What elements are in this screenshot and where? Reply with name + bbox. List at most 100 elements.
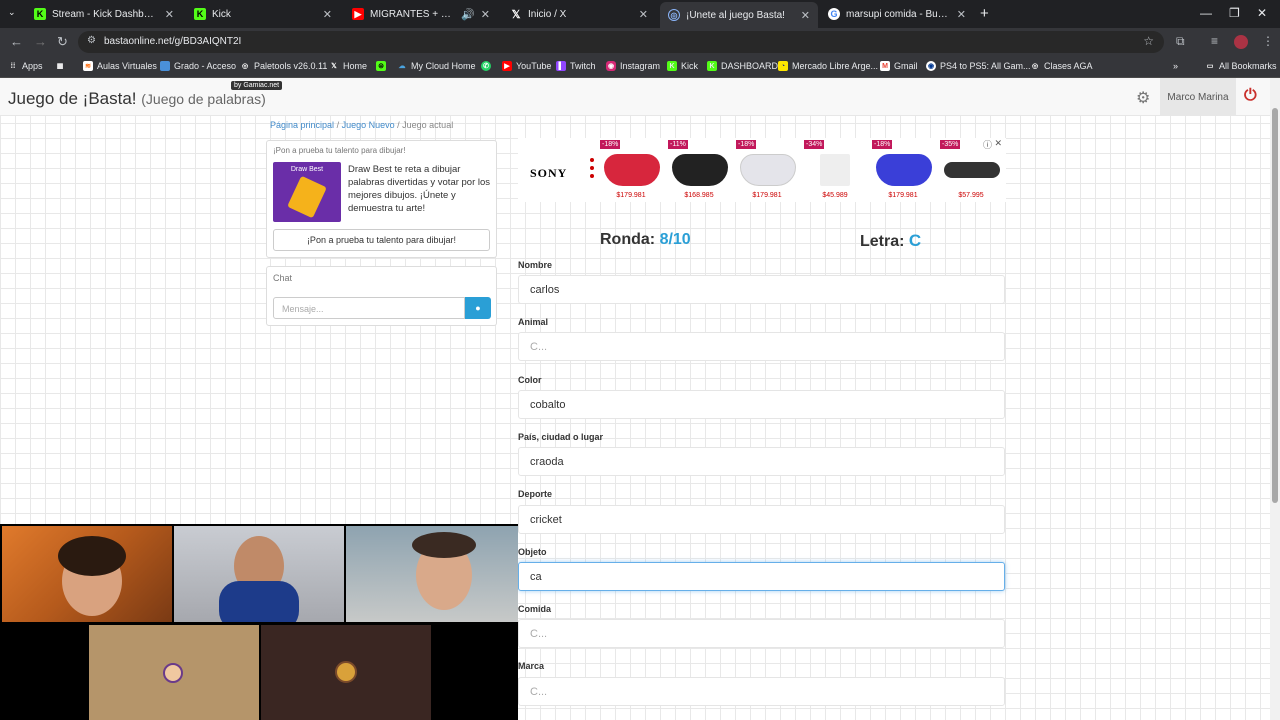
bookmark-instagram[interactable]: ◉ Instagram: [606, 61, 660, 71]
site-info-icon[interactable]: ⚙: [87, 35, 96, 46]
tab-search-icon[interactable]: ⌄: [8, 7, 16, 18]
close-tab-icon[interactable]: ✕: [323, 8, 332, 21]
kick-icon: K: [194, 8, 206, 20]
menu-icon[interactable]: ⋮: [1262, 34, 1274, 48]
input-lugar[interactable]: craoda: [518, 447, 1005, 476]
back-icon[interactable]: ←: [10, 34, 23, 49]
input-objeto[interactable]: ca: [518, 562, 1005, 591]
pencil-icon: [287, 175, 327, 219]
minimize-button[interactable]: —: [1200, 6, 1212, 20]
bookmark-unnamed-1[interactable]: ⊜: [376, 61, 390, 71]
ad-info-icon[interactable]: ⓘ: [983, 138, 992, 151]
bookmark-youtube[interactable]: ▶ YouTube: [502, 61, 551, 71]
ad-product[interactable]: -11% $168.985: [668, 140, 730, 202]
all-bookmarks[interactable]: ▭ All Bookmarks: [1205, 61, 1277, 71]
gamiac-badge[interactable]: by Gamiac.net: [231, 81, 283, 90]
input-color[interactable]: cobalto: [518, 390, 1005, 419]
breadcrumb-home[interactable]: Página principal: [270, 120, 334, 130]
close-tab-icon[interactable]: ✕: [801, 9, 810, 22]
window-close-button[interactable]: ✕: [1257, 6, 1267, 20]
promo-button[interactable]: ¡Pon a prueba tu talento para dibujar!: [273, 229, 490, 251]
tab-x[interactable]: 𝕏 Inicio / X ✕: [502, 3, 656, 25]
webcam-feed: [346, 526, 518, 622]
field-label-comida: Comida: [518, 604, 552, 614]
x-icon: 𝕏: [511, 8, 521, 21]
chat-title: Chat: [273, 273, 293, 283]
sony-ad-banner[interactable]: SONY -18% $179.981 -11% $168.985 -18% $1…: [518, 138, 1006, 202]
close-tab-icon[interactable]: ✕: [481, 8, 490, 21]
forward-icon[interactable]: →: [34, 34, 47, 49]
ad-product[interactable]: -18% $179.981: [736, 140, 798, 202]
bookmark-grado[interactable]: Grado - Acceso: [160, 61, 236, 71]
bookmark-star-icon[interactable]: ☆: [1143, 34, 1154, 48]
ad-product[interactable]: -35% $57.995: [940, 140, 1002, 202]
input-comida[interactable]: C...: [518, 619, 1005, 648]
bookmark-apps[interactable]: ⁞⁞ Apps: [8, 61, 43, 71]
site-title[interactable]: Juego de ¡Basta! (Juego de palabras): [8, 89, 266, 109]
ad-dots-icon: [590, 158, 594, 182]
ad-product[interactable]: -18% $179.981: [872, 140, 934, 202]
x-icon: 𝕏: [331, 63, 337, 70]
reading-list-icon[interactable]: ≡: [1211, 34, 1218, 48]
tab-youtube[interactable]: ▶ MIGRANTES + MYA + LUC 🔊 ✕: [344, 3, 498, 25]
tab-basta[interactable]: ◎ ¡Únete al juego Basta! ✕: [660, 2, 818, 28]
bookmark-ps4-to-ps5[interactable]: ◉ PS4 to PS5: All Gam...: [926, 61, 1031, 71]
controller-icon: [876, 154, 932, 186]
breadcrumb-current: Juego actual: [402, 120, 454, 130]
user-menu[interactable]: Marco Marina: [1160, 78, 1236, 116]
chat-message-input[interactable]: Mensaje...: [273, 297, 465, 319]
tab-stream-kick-dashboard[interactable]: K Stream - Kick Dashboard ✕: [26, 3, 182, 25]
field-label-marca: Marca: [518, 661, 545, 671]
power-icon[interactable]: ⏻: [1244, 87, 1257, 105]
new-tab-button[interactable]: +: [980, 5, 989, 22]
controller-icon: [604, 154, 660, 186]
tab-kick[interactable]: K Kick ✕: [186, 3, 340, 25]
round-indicator: Ronda: 8/10: [600, 231, 691, 248]
apps-grid-icon: ⁞⁞: [10, 62, 16, 70]
avatar-tile: [89, 625, 259, 720]
bookmark-grid[interactable]: ▦: [55, 61, 69, 71]
kick-icon: K: [707, 61, 717, 71]
input-marca[interactable]: C...: [518, 677, 1005, 706]
globe-icon: ◎: [668, 9, 680, 21]
close-tab-icon[interactable]: ✕: [957, 8, 966, 21]
round-value: 8/10: [659, 231, 691, 248]
address-bar[interactable]: ⚙ bastaonline.net/g/BD3AIQNT2I ☆: [78, 31, 1164, 53]
ad-product[interactable]: -18% $179.981: [600, 140, 662, 202]
input-nombre[interactable]: carlos: [518, 275, 1005, 304]
extensions-icon[interactable]: ⧉: [1176, 34, 1185, 49]
bookmark-gmail[interactable]: M Gmail: [880, 61, 918, 71]
bookmark-twitch[interactable]: ▌ Twitch: [556, 61, 596, 71]
close-tab-icon[interactable]: ✕: [639, 8, 648, 21]
bookmark-kick[interactable]: K Kick: [667, 61, 698, 71]
profile-avatar-icon[interactable]: [1234, 35, 1248, 49]
breadcrumb-new-game[interactable]: Juego Nuevo: [342, 120, 395, 130]
bookmark-mercadolibre[interactable]: ◔ Mercado Libre Arge...: [778, 61, 878, 71]
bookmark-aulas[interactable]: ≋ Aulas Virtuales: [83, 61, 157, 71]
speaker-icon[interactable]: 🔊: [461, 8, 475, 21]
bookmark-clases-aga[interactable]: ◎ Clases AGA: [1030, 61, 1093, 71]
bookmark-whatsapp[interactable]: ✆: [481, 61, 495, 71]
reload-icon[interactable]: ↻: [57, 34, 68, 50]
bookmark-mycloud[interactable]: ☁ My Cloud Home: [397, 61, 476, 71]
close-tab-icon[interactable]: ✕: [165, 8, 174, 21]
kick-icon: K: [34, 8, 46, 20]
input-deporte[interactable]: cricket: [518, 505, 1005, 534]
tab-google[interactable]: G marsupi comida - Buscar con G ✕: [820, 3, 974, 25]
send-message-button[interactable]: ●: [465, 297, 491, 319]
folder-icon: ▭: [1206, 63, 1214, 70]
input-animal[interactable]: C...: [518, 332, 1005, 361]
webcam-feed: [2, 526, 172, 622]
restore-button[interactable]: ❐: [1229, 6, 1240, 20]
page-scrollbar[interactable]: [1270, 78, 1280, 720]
ad-product[interactable]: -34% $45.989: [804, 140, 866, 202]
gear-icon[interactable]: ⚙: [1136, 88, 1150, 108]
bookmarks-overflow-icon[interactable]: »: [1173, 61, 1178, 71]
bookmark-dashboard[interactable]: K DASHBOARD: [707, 61, 778, 71]
scrollbar-thumb[interactable]: [1272, 108, 1278, 503]
bookmark-paletools[interactable]: ◎ Paletools v26.0.11: [240, 61, 327, 71]
draw-best-image[interactable]: Draw Best: [273, 162, 341, 222]
bookmark-home[interactable]: 𝕏 Home: [329, 61, 367, 71]
ad-close-icon[interactable]: ✕: [994, 138, 1002, 149]
promo-panel: ¡Pon a prueba tu talento para dibujar! D…: [266, 140, 497, 258]
